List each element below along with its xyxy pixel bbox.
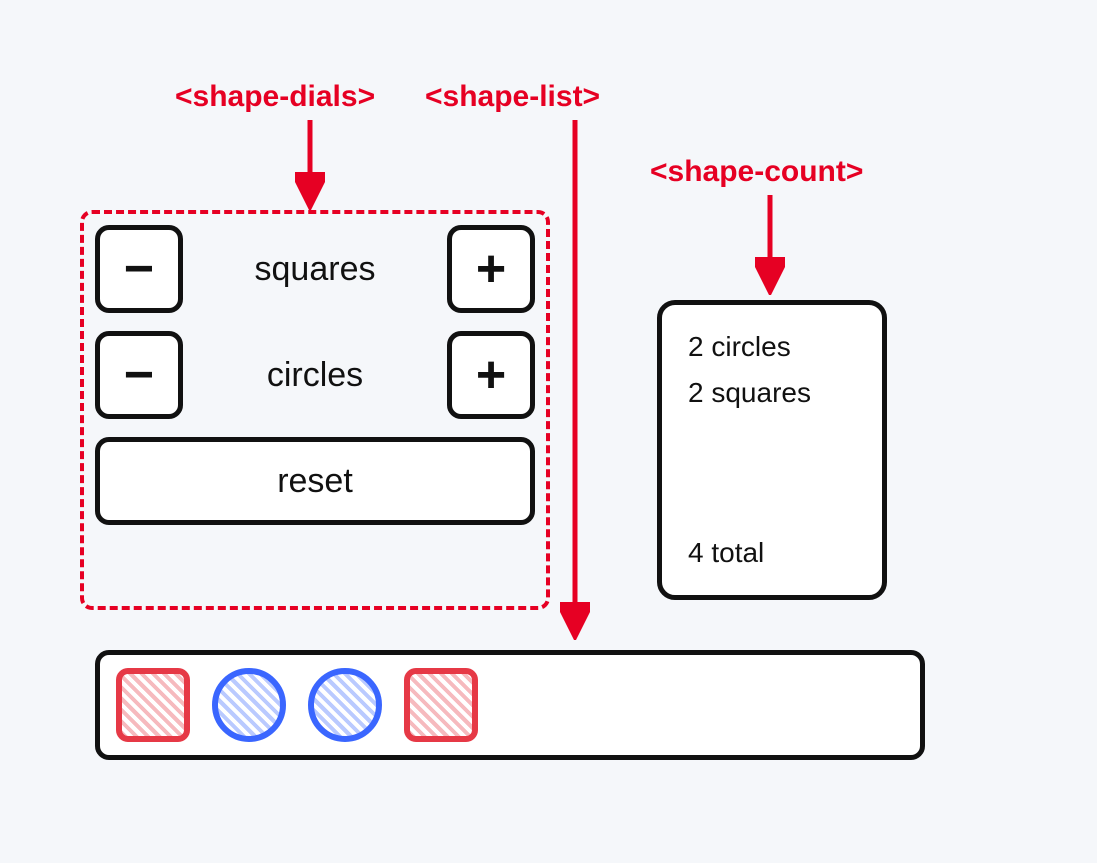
- dial-row-squares: − squares +: [95, 225, 535, 313]
- shape-list: [95, 650, 925, 760]
- dial-label-squares: squares: [183, 250, 447, 289]
- count-line-squares: 2 squares: [688, 377, 856, 409]
- count-line-circles: 2 circles: [688, 331, 856, 363]
- reset-label: reset: [277, 462, 353, 501]
- increment-circles-button[interactable]: +: [447, 331, 535, 419]
- minus-icon: −: [124, 239, 154, 299]
- annotation-shape-list: <shape-list>: [425, 80, 600, 114]
- increment-squares-button[interactable]: +: [447, 225, 535, 313]
- shape-square: [404, 668, 478, 742]
- arrow-to-list: [560, 120, 590, 640]
- shape-count: 2 circles 2 squares 4 total: [657, 300, 887, 600]
- decrement-circles-button[interactable]: −: [95, 331, 183, 419]
- reset-button[interactable]: reset: [95, 437, 535, 525]
- shape-circle: [308, 668, 382, 742]
- count-total: 4 total: [688, 537, 856, 569]
- arrow-to-count: [755, 195, 785, 295]
- plus-icon: +: [476, 239, 506, 299]
- minus-icon: −: [124, 345, 154, 405]
- annotation-shape-dials: <shape-dials>: [175, 80, 375, 114]
- annotation-shape-count: <shape-count>: [650, 155, 863, 189]
- dial-row-circles: − circles +: [95, 331, 535, 419]
- arrow-to-dials: [295, 120, 325, 210]
- dial-label-circles: circles: [183, 356, 447, 395]
- shape-square: [116, 668, 190, 742]
- shape-dials: − squares + − circles + reset: [95, 225, 535, 525]
- decrement-squares-button[interactable]: −: [95, 225, 183, 313]
- plus-icon: +: [476, 345, 506, 405]
- shape-circle: [212, 668, 286, 742]
